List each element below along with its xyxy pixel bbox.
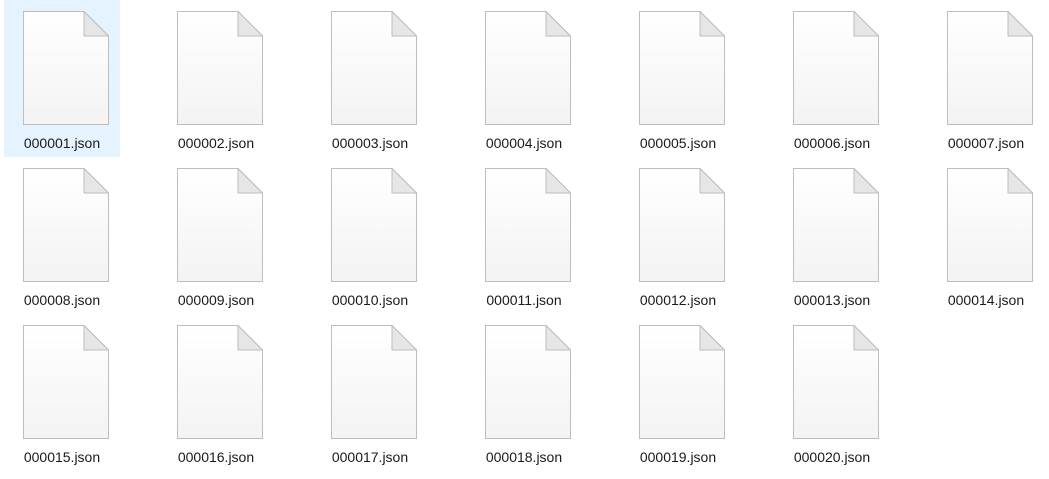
json-file-icon	[484, 10, 572, 126]
json-file-icon	[638, 10, 726, 126]
json-file-icon	[792, 324, 880, 440]
json-file-icon	[484, 324, 572, 440]
file-item[interactable]: 000006.json	[774, 0, 890, 157]
file-name-label: 000003.json	[331, 135, 409, 151]
file-item[interactable]: 000012.json	[620, 157, 736, 314]
file-item[interactable]: 000016.json	[158, 314, 274, 471]
json-file-icon	[638, 324, 726, 440]
json-file-icon	[946, 167, 1034, 283]
file-name-label: 000020.json	[793, 449, 871, 465]
json-file-icon	[22, 167, 110, 283]
json-file-icon	[946, 10, 1034, 126]
file-name-label: 000017.json	[331, 449, 409, 465]
file-name-label: 000008.json	[23, 292, 101, 308]
json-file-icon	[330, 167, 418, 283]
file-item[interactable]: 000005.json	[620, 0, 736, 157]
file-item[interactable]: 000015.json	[4, 314, 120, 471]
file-item[interactable]: 000009.json	[158, 157, 274, 314]
file-name-label: 000013.json	[793, 292, 871, 308]
file-item[interactable]: 000008.json	[4, 157, 120, 314]
file-name-label: 000002.json	[177, 135, 255, 151]
file-item[interactable]: 000013.json	[774, 157, 890, 314]
file-name-label: 000019.json	[639, 449, 717, 465]
file-name-label: 000010.json	[331, 292, 409, 308]
json-file-icon	[22, 10, 110, 126]
file-item[interactable]: 000004.json	[466, 0, 582, 157]
file-name-label: 000012.json	[639, 292, 717, 308]
file-grid: 000001.json 000002.json 000003.json 000004.…	[0, 0, 1049, 479]
json-file-icon	[330, 324, 418, 440]
file-item[interactable]: 000001.json	[4, 0, 120, 157]
file-name-label: 000005.json	[639, 135, 717, 151]
file-item[interactable]: 000014.json	[928, 157, 1044, 314]
json-file-icon	[176, 167, 264, 283]
file-name-label: 000009.json	[177, 292, 255, 308]
file-name-label: 000014.json	[947, 292, 1025, 308]
file-name-label: 000016.json	[177, 449, 255, 465]
json-file-icon	[792, 167, 880, 283]
file-name-label: 000011.json	[486, 292, 562, 308]
json-file-icon	[330, 10, 418, 126]
file-item[interactable]: 000003.json	[312, 0, 428, 157]
file-item[interactable]: 000018.json	[466, 314, 582, 471]
json-file-icon	[484, 167, 572, 283]
file-name-label: 000018.json	[485, 449, 563, 465]
file-item[interactable]: 000017.json	[312, 314, 428, 471]
json-file-icon	[22, 324, 110, 440]
file-item[interactable]: 000020.json	[774, 314, 890, 471]
file-name-label: 000015.json	[23, 449, 101, 465]
file-item[interactable]: 000007.json	[928, 0, 1044, 157]
file-item[interactable]: 000002.json	[158, 0, 274, 157]
file-name-label: 000006.json	[793, 135, 871, 151]
json-file-icon	[792, 10, 880, 126]
json-file-icon	[176, 324, 264, 440]
json-file-icon	[638, 167, 726, 283]
file-item[interactable]: 000011.json	[466, 157, 582, 314]
file-name-label: 000001.json	[23, 135, 101, 151]
file-item[interactable]: 000010.json	[312, 157, 428, 314]
file-item[interactable]: 000019.json	[620, 314, 736, 471]
json-file-icon	[176, 10, 264, 126]
file-name-label: 000004.json	[485, 135, 563, 151]
file-name-label: 000007.json	[947, 135, 1025, 151]
